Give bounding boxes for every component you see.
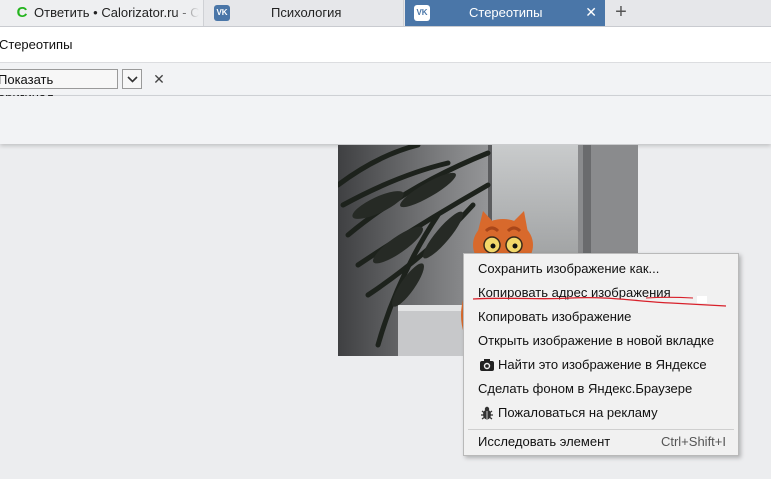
calorizator-c-icon: C [16,4,28,21]
menu-item-label: Копировать изображение [478,309,632,324]
tab-stereotypes[interactable]: VK Стереотипы ✕ [405,0,605,26]
menu-set-as-background[interactable]: Сделать фоном в Яндекс.Браузере [464,377,738,401]
address-bar[interactable]: Стереотипы [0,27,771,63]
tab-title: Стереотипы [469,5,543,20]
translate-bar: Показать оригинал ✕ [0,63,771,105]
vk-icon: VK [214,5,230,21]
menu-save-image-as[interactable]: Сохранить изображение как... [464,257,738,281]
new-tab-button[interactable]: + [612,0,630,26]
close-translate-bar-icon[interactable]: ✕ [152,69,166,89]
tab-title: Психология [271,5,342,20]
tab-close-icon[interactable]: ✕ [585,0,597,25]
tab-strip: C Ответить • Calorizator.ru - С VK Психо… [0,0,771,27]
menu-item-label: Сохранить изображение как... [478,261,660,276]
menu-copy-image-address[interactable]: Копировать адрес изображения [464,281,738,305]
vk-icon: VK [414,5,430,21]
bug-icon [481,406,493,420]
menu-inspect-element[interactable]: Исследовать элемент Ctrl+Shift+I [464,430,738,454]
menu-item-label: Найти это изображение в Яндексе [498,357,707,372]
address-page-title: Стереотипы [0,37,73,52]
menu-search-image-yandex[interactable]: Найти это изображение в Яндексе [464,353,738,377]
menu-item-label: Открыть изображение в новой вкладке [478,333,715,348]
image-context-menu: Сохранить изображение как... Копировать … [463,253,739,456]
tab-calorizator[interactable]: C Ответить • Calorizator.ru - С [0,0,204,26]
menu-item-label: Исследовать элемент [478,434,611,449]
tab-title: Ответить • Calorizator.ru - С [34,5,199,20]
page-header-panel [0,96,771,144]
menu-shortcut: Ctrl+Shift+I [660,434,726,449]
chevron-down-icon [127,76,138,83]
tab-psychology[interactable]: VK Психология [205,0,404,26]
menu-report-ad[interactable]: Пожаловаться на рекламу [464,401,738,425]
translate-options-button[interactable] [122,69,142,89]
camera-search-icon [480,359,494,371]
show-original-button[interactable]: Показать оригинал [0,69,118,105]
menu-item-label: Сделать фоном в Яндекс.Браузере [478,381,693,396]
menu-item-label: Пожаловаться на рекламу [498,405,658,420]
menu-open-image-new-tab[interactable]: Открыть изображение в новой вкладке [464,329,738,353]
menu-item-label: Копировать адрес изображения [478,285,671,300]
menu-copy-image[interactable]: Копировать изображение [464,305,738,329]
